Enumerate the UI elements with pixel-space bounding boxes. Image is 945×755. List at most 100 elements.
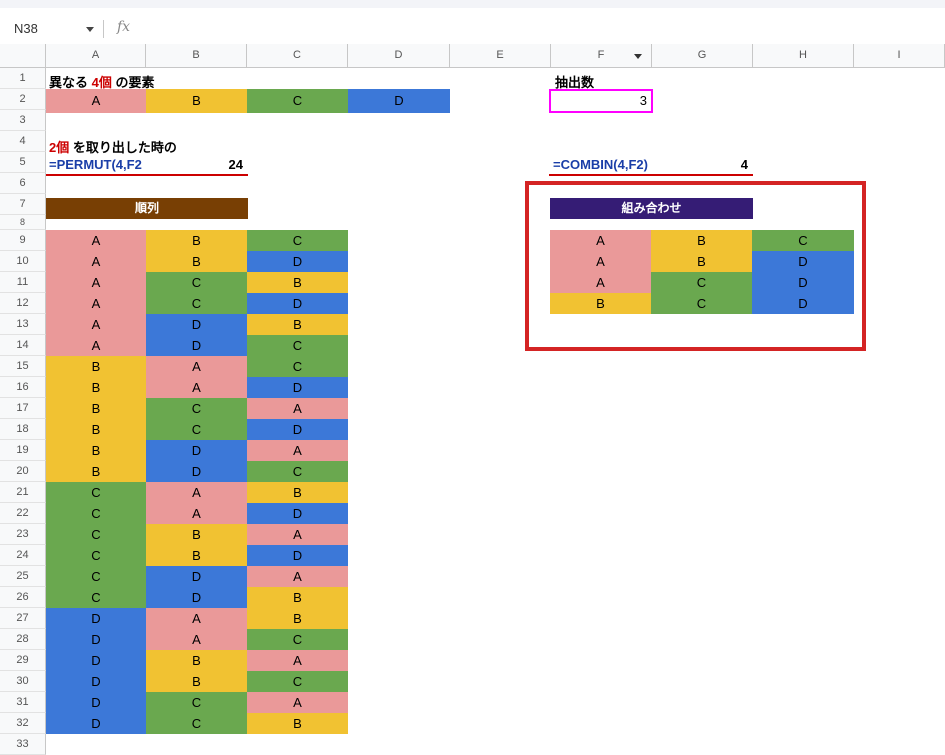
row-header-4[interactable]: 4 — [0, 131, 46, 152]
permutation-cell[interactable]: A — [46, 335, 146, 356]
permutation-cell[interactable]: C — [247, 461, 348, 482]
permutation-cell[interactable]: B — [247, 608, 348, 629]
permutation-cell[interactable]: A — [46, 230, 146, 251]
row-header-25[interactable]: 25 — [0, 566, 46, 587]
permut-formula[interactable]: =PERMUT(4,F2 — [49, 157, 142, 172]
permutation-cell[interactable]: B — [46, 377, 146, 398]
permutation-cell[interactable]: C — [46, 545, 146, 566]
permutation-cell[interactable]: A — [247, 524, 348, 545]
permutation-cell[interactable]: C — [146, 293, 247, 314]
permutation-cell[interactable]: D — [146, 566, 247, 587]
column-header-c[interactable]: C — [247, 44, 348, 68]
permutation-cell[interactable]: B — [247, 314, 348, 335]
row-header-33[interactable]: 33 — [0, 734, 46, 755]
permutation-cell[interactable]: A — [146, 377, 247, 398]
element-cell-c[interactable]: C — [247, 89, 348, 113]
column-header-a[interactable]: A — [46, 44, 146, 68]
row-header-18[interactable]: 18 — [0, 419, 46, 440]
select-all-corner[interactable] — [0, 44, 46, 68]
permutation-cell[interactable]: C — [146, 713, 247, 734]
element-cell-a[interactable]: A — [46, 89, 146, 113]
permutation-cell[interactable]: A — [146, 356, 247, 377]
row-header-8[interactable]: 8 — [0, 215, 46, 230]
permutation-cell[interactable]: A — [46, 293, 146, 314]
row-header-21[interactable]: 21 — [0, 482, 46, 503]
permutation-cell[interactable]: D — [46, 629, 146, 650]
permutation-cell[interactable]: C — [46, 482, 146, 503]
permutation-cell[interactable]: C — [247, 230, 348, 251]
permutation-cell[interactable]: B — [46, 440, 146, 461]
permutation-cell[interactable]: B — [146, 230, 247, 251]
permutation-cell[interactable]: D — [146, 587, 247, 608]
permutation-cell[interactable]: D — [247, 419, 348, 440]
permutation-cell[interactable]: A — [146, 629, 247, 650]
permutation-cell[interactable]: D — [247, 293, 348, 314]
permutation-cell[interactable]: D — [247, 377, 348, 398]
permutation-cell[interactable]: C — [146, 398, 247, 419]
permutation-cell[interactable]: A — [146, 608, 247, 629]
permutation-cell[interactable]: B — [247, 482, 348, 503]
row-header-17[interactable]: 17 — [0, 398, 46, 419]
permutation-cell[interactable]: C — [247, 629, 348, 650]
permutation-cell[interactable]: B — [46, 419, 146, 440]
row-header-26[interactable]: 26 — [0, 587, 46, 608]
permutation-cell[interactable]: B — [46, 461, 146, 482]
permutation-cell[interactable]: C — [46, 566, 146, 587]
permutation-cell[interactable]: C — [46, 524, 146, 545]
row-header-31[interactable]: 31 — [0, 692, 46, 713]
permutation-cell[interactable]: D — [46, 608, 146, 629]
permutation-cell[interactable]: D — [46, 692, 146, 713]
permutation-cell[interactable]: A — [247, 566, 348, 587]
row-header-10[interactable]: 10 — [0, 251, 46, 272]
column-header-e[interactable]: E — [450, 44, 551, 68]
row-header-19[interactable]: 19 — [0, 440, 46, 461]
permutation-cell[interactable]: B — [146, 545, 247, 566]
permutation-cell[interactable]: C — [146, 419, 247, 440]
permutation-cell[interactable]: D — [46, 713, 146, 734]
permutation-cell[interactable]: A — [247, 398, 348, 419]
row-header-28[interactable]: 28 — [0, 629, 46, 650]
column-header-b[interactable]: B — [146, 44, 247, 68]
column-header-g[interactable]: G — [652, 44, 753, 68]
permutation-cell[interactable]: B — [247, 587, 348, 608]
permutation-cell[interactable]: C — [46, 587, 146, 608]
permutation-cell[interactable]: D — [146, 461, 247, 482]
permutation-cell[interactable]: A — [247, 650, 348, 671]
permutation-cell[interactable]: D — [247, 503, 348, 524]
permut-result[interactable]: 24 — [195, 157, 243, 172]
permutation-cell[interactable]: B — [46, 356, 146, 377]
permutation-cell[interactable]: B — [146, 251, 247, 272]
row-header-5[interactable]: 5 — [0, 152, 46, 173]
permutation-cell[interactable]: B — [247, 272, 348, 293]
permutation-cell[interactable]: C — [247, 356, 348, 377]
permutation-cell[interactable]: C — [247, 671, 348, 692]
permutation-cell[interactable]: C — [146, 692, 247, 713]
permutation-cell[interactable]: D — [46, 671, 146, 692]
permutation-cell[interactable]: A — [247, 440, 348, 461]
permutation-cell[interactable]: D — [247, 545, 348, 566]
chevron-down-icon[interactable] — [86, 27, 94, 32]
permutation-cell[interactable]: B — [46, 398, 146, 419]
permutation-cell[interactable]: B — [146, 524, 247, 545]
row-header-27[interactable]: 27 — [0, 608, 46, 629]
row-header-23[interactable]: 23 — [0, 524, 46, 545]
element-cell-b[interactable]: B — [146, 89, 247, 113]
row-header-14[interactable]: 14 — [0, 335, 46, 356]
name-box[interactable]: N38 — [0, 18, 103, 40]
row-header-15[interactable]: 15 — [0, 356, 46, 377]
permutation-cell[interactable]: D — [146, 335, 247, 356]
row-header-3[interactable]: 3 — [0, 110, 46, 131]
row-header-1[interactable]: 1 — [0, 68, 46, 89]
row-header-2[interactable]: 2 — [0, 89, 46, 110]
permutation-cell[interactable]: D — [146, 440, 247, 461]
column-header-d[interactable]: D — [348, 44, 450, 68]
permutation-cell[interactable]: A — [46, 251, 146, 272]
permutation-cell[interactable]: A — [146, 503, 247, 524]
permutation-cell[interactable]: C — [46, 503, 146, 524]
row-header-9[interactable]: 9 — [0, 230, 46, 251]
permutation-cell[interactable]: B — [247, 713, 348, 734]
row-header-13[interactable]: 13 — [0, 314, 46, 335]
permutation-cell[interactable]: A — [46, 272, 146, 293]
row-header-32[interactable]: 32 — [0, 713, 46, 734]
row-header-12[interactable]: 12 — [0, 293, 46, 314]
